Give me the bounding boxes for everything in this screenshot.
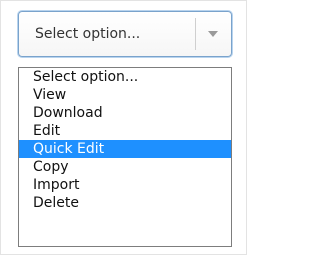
option-quick-edit[interactable]: Quick Edit: [19, 140, 231, 158]
options-listbox[interactable]: Select option... View Download Edit Quic…: [18, 67, 232, 247]
option-download[interactable]: Download: [19, 104, 231, 122]
action-select[interactable]: Select option...: [18, 11, 232, 57]
option-select-placeholder[interactable]: Select option...: [19, 68, 231, 86]
option-import[interactable]: Import: [19, 176, 231, 194]
option-view[interactable]: View: [19, 86, 231, 104]
chevron-down-icon[interactable]: [208, 31, 218, 37]
option-delete[interactable]: Delete: [19, 194, 231, 212]
option-edit[interactable]: Edit: [19, 122, 231, 140]
select-divider: [195, 18, 196, 50]
select-current-value: Select option...: [35, 26, 141, 42]
dropdown-panel: Select option... Select option... View D…: [0, 0, 247, 255]
option-copy[interactable]: Copy: [19, 158, 231, 176]
